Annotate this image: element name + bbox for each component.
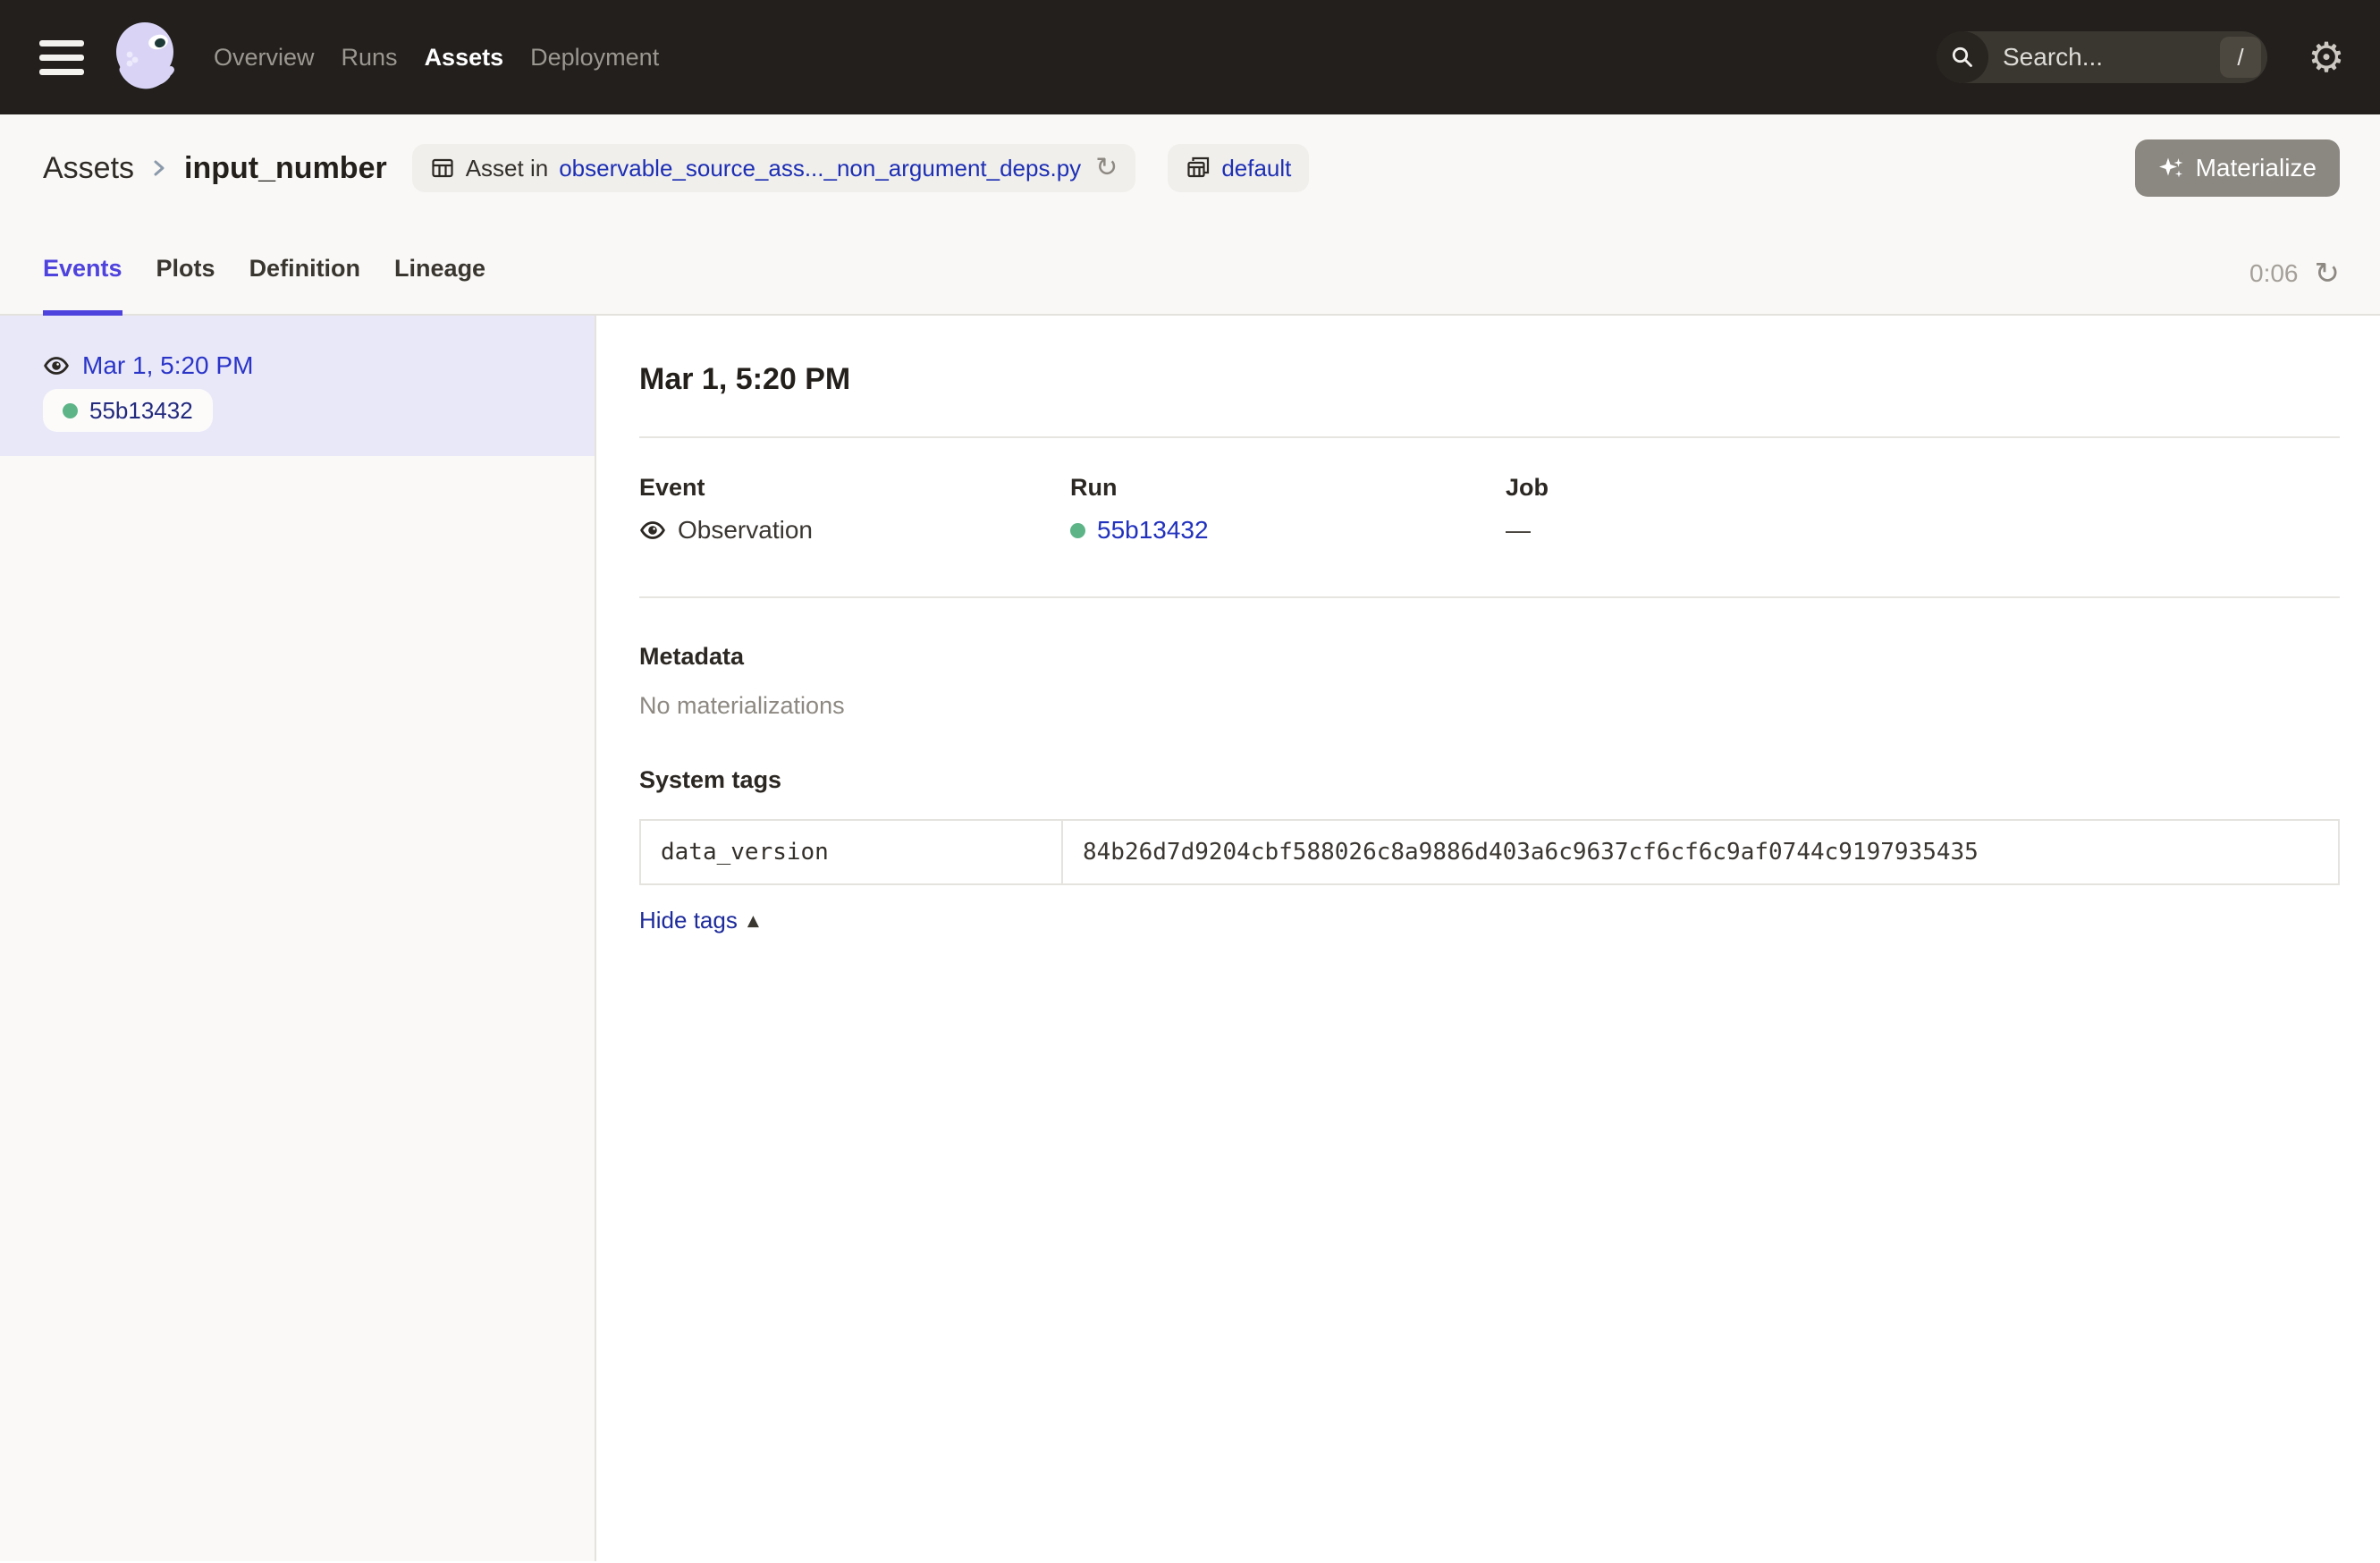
event-timestamp-label: Mar 1, 5:20 PM [82,351,253,380]
event-column-header: Event [639,474,1070,502]
run-id-label: 55b13432 [89,397,193,425]
job-column: Job — [1506,474,2340,545]
search-icon [1937,31,1988,83]
run-value: 55b13432 [1070,516,1506,545]
dagster-logo-icon[interactable] [105,14,191,100]
sparkle-icon [2158,155,2185,182]
refresh-countdown: 0:06 [2249,259,2299,288]
nav-right-group: Search... / ⚙ [1937,31,2351,83]
run-column-header: Run [1070,474,1506,502]
event-detail-title: Mar 1, 5:20 PM [639,362,2340,397]
search-placeholder: Search... [2003,43,2220,72]
event-type-label: Observation [678,516,813,545]
caret-up-icon: ▲ [747,912,759,930]
metadata-heading: Metadata [639,643,2340,671]
refresh-icon[interactable]: ↻ [2315,258,2341,289]
event-list-item[interactable]: Mar 1, 5:20 PM 55b13432 [0,316,595,456]
breadcrumb-assets-link[interactable]: Assets [43,151,134,186]
run-status-dot [1070,523,1085,538]
reload-definitions-icon[interactable]: ↻ [1095,155,1118,182]
asset-tabs: Events Plots Definition Lineage 0:06 ↻ [43,200,2340,316]
event-summary-columns: Event Observation Run 55b13 [639,474,2340,545]
nav-item-deployment[interactable]: Deployment [530,44,659,72]
run-id-badge[interactable]: 55b13432 [43,389,213,432]
materialize-label: Materialize [2196,154,2317,182]
asset-in-label: Asset in [466,155,549,182]
primary-nav: Overview Runs Assets Deployment [214,44,659,72]
run-status-dot [63,403,78,418]
tab-lineage[interactable]: Lineage [394,255,485,316]
search-input[interactable]: Search... / [1937,31,2267,83]
breadcrumb: Assets input_number [43,151,387,186]
refresh-group: 0:06 ↻ [2249,258,2340,316]
nav-item-assets[interactable]: Assets [425,44,504,72]
asset-group-link[interactable]: default [1221,155,1291,182]
event-timestamp-link[interactable]: Mar 1, 5:20 PM [43,351,573,380]
top-nav: Overview Runs Assets Deployment Search..… [0,0,2380,114]
chevron-right-icon [150,155,168,182]
system-tags-table: data_version 84b26d7d9204cbf588026c8a988… [639,819,2340,885]
eye-icon [639,517,666,544]
table-icon [430,156,455,181]
nav-item-runs[interactable]: Runs [342,44,398,72]
tab-definition[interactable]: Definition [249,255,360,316]
tag-value-cell: 84b26d7d9204cbf588026c8a9886d403a6c9637c… [1063,821,2338,883]
search-shortcut-badge: / [2220,37,2261,78]
menu-icon[interactable] [39,40,84,75]
event-list-sidebar: Mar 1, 5:20 PM 55b13432 [0,316,596,1561]
system-tags-heading: System tags [639,766,2340,794]
nav-item-overview[interactable]: Overview [214,44,315,72]
job-value: — [1506,516,2340,545]
hide-tags-link[interactable]: Hide tags ▲ [639,907,759,934]
run-column: Run 55b13432 [1070,474,1506,545]
page-title: input_number [184,151,387,186]
run-id-link[interactable]: 55b13432 [1097,516,1209,545]
breadcrumb-row: Assets input_number Asset in observable_… [43,136,2340,200]
job-column-header: Job [1506,474,2340,502]
content: Mar 1, 5:20 PM 55b13432 Mar 1, 5:20 PM E… [0,316,2380,1561]
divider [639,596,2340,598]
asset-source-file-link[interactable]: observable_source_ass..._non_argument_de… [559,155,1081,182]
materialize-button[interactable]: Materialize [2135,139,2340,197]
asset-group-pill: default [1168,144,1309,192]
metadata-empty-text: No materializations [639,692,2340,720]
eye-icon [43,352,70,379]
hide-tags-label: Hide tags [639,907,738,934]
gear-icon[interactable]: ⚙ [2301,32,2351,82]
divider [639,436,2340,438]
tab-plots[interactable]: Plots [156,255,215,316]
tag-key-cell: data_version [641,821,1063,883]
tab-events[interactable]: Events [43,255,122,316]
event-column: Event Observation [639,474,1070,545]
asset-group-icon [1186,156,1211,181]
event-type-value: Observation [639,516,1070,545]
asset-page-header: Assets input_number Asset in observable_… [0,114,2380,316]
asset-definition-pill: Asset in observable_source_ass..._non_ar… [412,144,1136,192]
event-detail-panel: Mar 1, 5:20 PM Event Observation [596,316,2380,1561]
